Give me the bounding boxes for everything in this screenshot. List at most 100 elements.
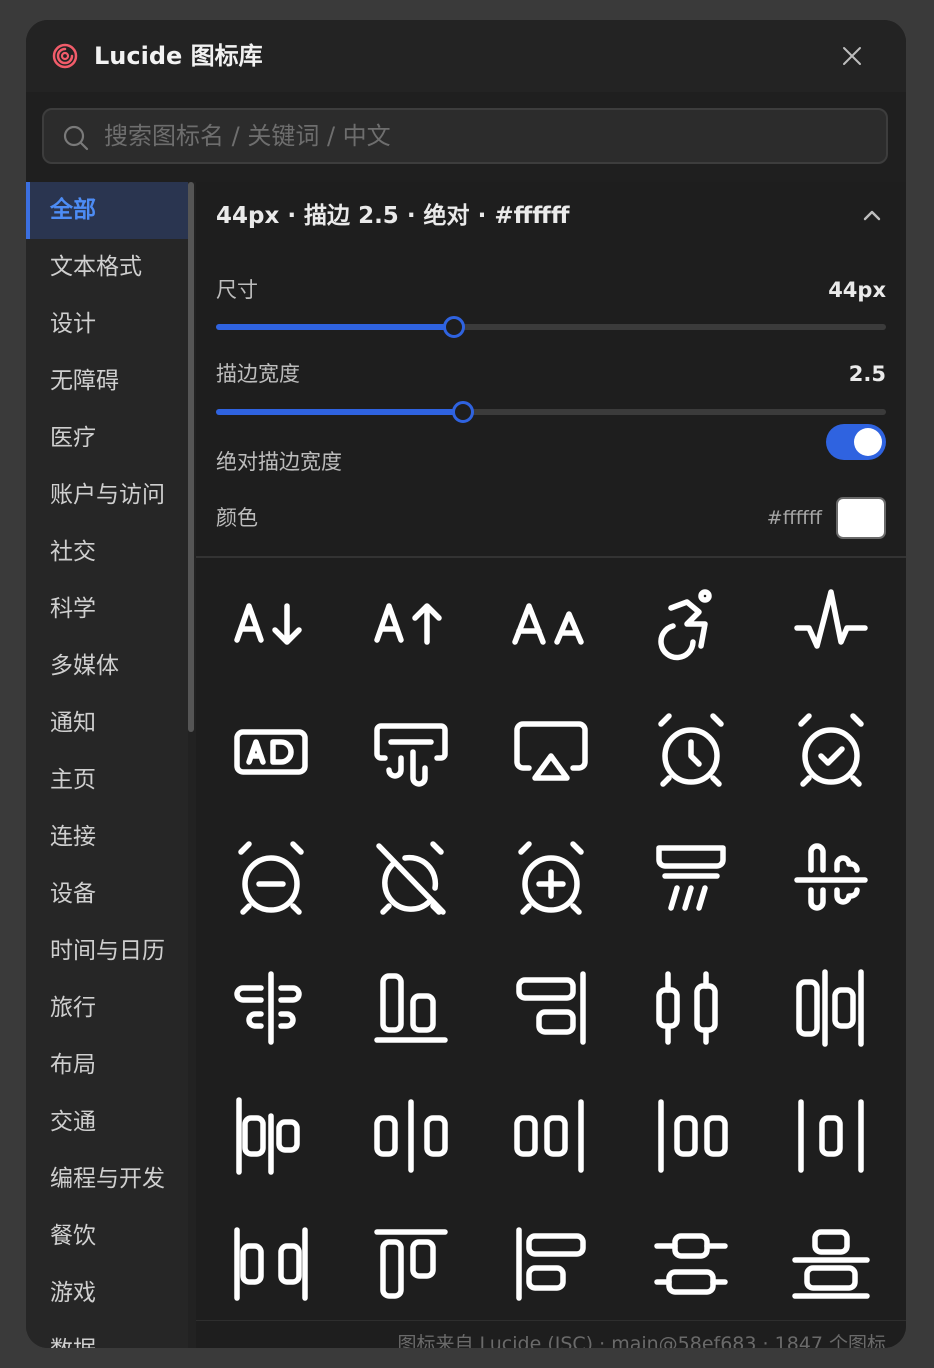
- icon-tile[interactable]: [486, 1208, 616, 1318]
- icon-tile[interactable]: [626, 568, 756, 688]
- accessibility-icon: [658, 589, 712, 661]
- icon-tile[interactable]: [766, 824, 896, 944]
- icon-tile[interactable]: [346, 1080, 476, 1200]
- sidebar-item[interactable]: 通知: [26, 695, 188, 752]
- icon-tile[interactable]: [766, 568, 896, 688]
- icon-tile[interactable]: [486, 696, 616, 816]
- search-input[interactable]: [104, 118, 864, 154]
- icon-tile[interactable]: [766, 1080, 896, 1200]
- icon-tile[interactable]: [486, 952, 616, 1072]
- size-slider-thumb[interactable]: [442, 316, 465, 338]
- airplay-icon: [514, 721, 588, 781]
- main-content: 44px · 描边 2.5 · 绝对 · #ffffff 尺寸 44px 描边宽…: [196, 182, 906, 1348]
- footer: 图标来自 Lucide (ISC) · main@58ef683 · 1847 …: [196, 1320, 906, 1348]
- sidebar-item[interactable]: 旅行: [26, 980, 188, 1037]
- icon-tile[interactable]: [346, 568, 476, 688]
- sidebar-item[interactable]: 多媒体: [26, 638, 188, 695]
- sidebar-item[interactable]: 布局: [26, 1037, 188, 1094]
- icon-tile[interactable]: [346, 696, 476, 816]
- icon-tile[interactable]: [206, 824, 336, 944]
- align-end-horizontal-icon: [374, 973, 448, 1043]
- icon-library-panel: Lucide 图标库 全部文本格式设计无障碍医疗账户与访问社交科学多媒体通知主页…: [26, 20, 906, 1348]
- align-center-horizontal-icon: [794, 843, 868, 911]
- alarm-clock-icon: [658, 713, 724, 787]
- sidebar-item[interactable]: 连接: [26, 809, 188, 866]
- icon-tile[interactable]: [486, 1080, 616, 1200]
- icon-tile[interactable]: [206, 1208, 336, 1318]
- sidebar-item[interactable]: 文本格式: [26, 239, 188, 296]
- icon-tile[interactable]: [346, 952, 476, 1072]
- align-horizontal-distribute-start-icon: [236, 1097, 300, 1175]
- sidebar-item[interactable]: 交通: [26, 1094, 188, 1151]
- icon-tile[interactable]: [766, 696, 896, 816]
- sidebar-item[interactable]: 账户与访问: [26, 467, 188, 524]
- ad-badge-icon: [234, 729, 308, 775]
- sidebar-item[interactable]: 医疗: [26, 410, 188, 467]
- icon-tile[interactable]: [626, 952, 756, 1072]
- sidebar-scrollbar-thumb[interactable]: [188, 182, 194, 732]
- chevron-up-icon[interactable]: [860, 204, 884, 228]
- icon-tile[interactable]: [766, 952, 896, 1072]
- sidebar-item[interactable]: 社交: [26, 524, 188, 581]
- size-slider[interactable]: [216, 316, 886, 338]
- icon-tile[interactable]: [346, 824, 476, 944]
- arrow-down-a-z-icon: [234, 603, 302, 645]
- align-horizontal-justify-end-icon: [514, 1099, 584, 1173]
- icon-tile[interactable]: [626, 1208, 756, 1318]
- close-icon[interactable]: [836, 40, 868, 72]
- icon-tile[interactable]: [626, 1080, 756, 1200]
- icon-tile[interactable]: [486, 568, 616, 688]
- align-vertical-distribute-center-icon: [654, 1233, 728, 1295]
- icon-tile[interactable]: [346, 1208, 476, 1318]
- stroke-label: 描边宽度: [216, 362, 300, 386]
- align-horizontal-space-between-icon: [234, 1227, 308, 1301]
- color-hex: #ffffff: [766, 507, 822, 529]
- sidebar-item[interactable]: 科学: [26, 581, 188, 638]
- settings-summary[interactable]: 44px · 描边 2.5 · 绝对 · #ffffff: [216, 200, 569, 232]
- alarm-clock-check-icon: [798, 713, 864, 787]
- sidebar-item[interactable]: 餐饮: [26, 1208, 188, 1265]
- sidebar-item[interactable]: 编程与开发: [26, 1151, 188, 1208]
- size-slider-fill: [216, 324, 454, 330]
- sidebar-item[interactable]: 数据: [26, 1322, 188, 1348]
- icon-tile[interactable]: [626, 824, 756, 944]
- icon-tile[interactable]: [206, 696, 336, 816]
- align-vertical-distribute-end-icon: [792, 1229, 870, 1299]
- search-icon: [63, 125, 89, 151]
- sidebar-item[interactable]: 时间与日历: [26, 923, 188, 980]
- alarm-clock-plus-icon: [518, 841, 584, 915]
- color-swatch[interactable]: [836, 497, 886, 539]
- absolute-stroke-label: 绝对描边宽度: [216, 450, 342, 474]
- icon-grid: [196, 558, 906, 1318]
- icon-tile[interactable]: [206, 568, 336, 688]
- icon-tile[interactable]: [486, 824, 616, 944]
- footer-text: 图标来自 Lucide (ISC) · main@58ef683 · 1847 …: [397, 1333, 886, 1348]
- absolute-stroke-toggle[interactable]: [826, 424, 886, 460]
- icon-tile[interactable]: [206, 1080, 336, 1200]
- sidebar-item[interactable]: 全部: [26, 182, 188, 239]
- align-horizontal-justify-center-icon: [374, 1099, 448, 1173]
- stroke-slider-fill: [216, 409, 463, 415]
- stroke-value: 2.5: [848, 362, 886, 386]
- alarm-clock-off-icon: [376, 841, 446, 915]
- sidebar-item[interactable]: 游戏: [26, 1265, 188, 1322]
- align-center-vertical-icon: [234, 971, 302, 1045]
- icon-tile[interactable]: [626, 696, 756, 816]
- stroke-slider-thumb[interactable]: [451, 401, 474, 423]
- stroke-slider[interactable]: [216, 401, 886, 423]
- category-sidebar: 全部 文本格式 设计 无障碍 医疗 账户与访问 社交 科学 多媒体 通知 主页 连接 设备 时间与日历 旅行…: [26, 182, 196, 1348]
- color-label: 颜色: [216, 506, 258, 530]
- align-horizontal-distribute-center-icon: [656, 971, 718, 1045]
- sidebar-item[interactable]: 主页: [26, 752, 188, 809]
- icon-tile[interactable]: [206, 952, 336, 1072]
- lucide-logo-icon: [52, 43, 78, 69]
- air-vent-icon: [374, 723, 448, 787]
- sidebar-item[interactable]: 无障碍: [26, 353, 188, 410]
- air-conditioner-icon: [656, 845, 726, 911]
- icon-tile[interactable]: [766, 1208, 896, 1318]
- sidebar-item[interactable]: 设备: [26, 866, 188, 923]
- align-start-vertical-icon: [516, 1227, 586, 1301]
- size-value: 44px: [828, 278, 886, 302]
- case-sensitive-icon: [512, 603, 584, 645]
- sidebar-item[interactable]: 设计: [26, 296, 188, 353]
